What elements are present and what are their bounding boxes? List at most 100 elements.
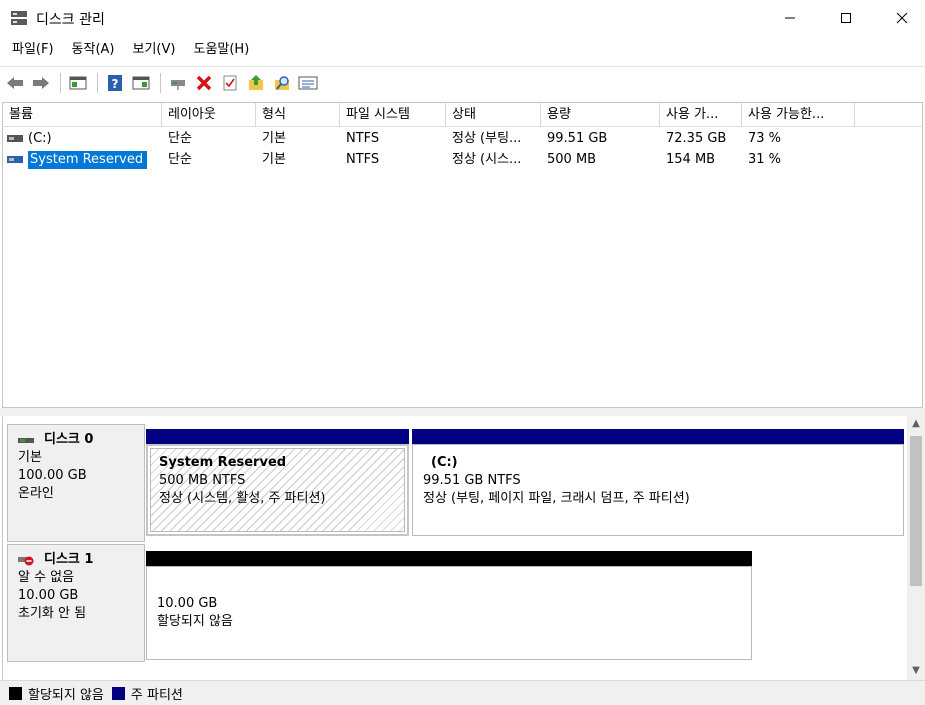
primary-partition-bar xyxy=(412,429,904,444)
disk-state: 초기화 안 됨 xyxy=(18,606,87,621)
disk-error-icon xyxy=(18,556,34,566)
unallocated-space[interactable]: 10.00 GB 할당되지 않음 xyxy=(146,566,752,660)
vertical-scrollbar[interactable]: ▲ ▼ xyxy=(907,416,925,680)
column-capacity[interactable]: 용량 xyxy=(541,103,660,127)
legend-swatch-unallocated xyxy=(9,686,22,700)
menu-action[interactable]: 동작(A) xyxy=(66,36,121,64)
forward-button[interactable] xyxy=(30,72,52,94)
column-volume[interactable]: 볼륨 xyxy=(3,103,162,127)
filesystem-cell: NTFS xyxy=(346,131,380,146)
partition-title: System Reserved xyxy=(159,455,287,470)
partition-size: 99.51 GB NTFS xyxy=(423,473,521,488)
list-button[interactable] xyxy=(297,72,319,94)
status-cell: 정상 (부팅... xyxy=(452,131,522,146)
disk-management-icon xyxy=(11,11,27,25)
title-bar: 디스크 관리 xyxy=(0,0,925,36)
toolbar-separator xyxy=(60,72,61,93)
free-percent-cell: 73 % xyxy=(748,131,782,146)
legend-bar: 할당되지 않음 주 파티션 xyxy=(0,680,925,705)
list-icon xyxy=(298,76,318,89)
drive-icon xyxy=(7,135,23,142)
unallocated-bar xyxy=(146,551,752,566)
primary-partition-bar xyxy=(146,429,409,444)
capacity-cell: 99.51 GB xyxy=(547,131,608,146)
legend-primary: 주 파티션 xyxy=(130,687,183,703)
disk-name: 디스크 1 xyxy=(44,552,94,567)
legend-unallocated: 할당되지 않음 xyxy=(28,687,104,703)
check-button[interactable] xyxy=(219,72,241,94)
scroll-up-icon[interactable]: ▲ xyxy=(911,419,921,429)
volume-list: 볼륨 레이아웃 형식 파일 시스템 상태 용량 사용 가... 사용 가능한..… xyxy=(2,102,923,408)
up-folder-button[interactable] xyxy=(245,72,267,94)
close-icon xyxy=(896,12,908,24)
minimize-button[interactable] xyxy=(767,0,813,36)
properties-view-icon xyxy=(132,76,150,89)
disk-1-label[interactable]: 디스크 1 알 수 없음 10.00 GB 초기화 안 됨 xyxy=(7,544,145,662)
toolbar-separator xyxy=(97,72,98,93)
free-space-cell: 154 MB xyxy=(666,152,716,167)
type-cell: 기본 xyxy=(262,152,286,167)
menu-view[interactable]: 보기(V) xyxy=(127,36,182,64)
type-cell: 기본 xyxy=(262,131,286,146)
maximize-icon xyxy=(841,13,851,23)
partition-size: 500 MB NTFS xyxy=(159,473,246,488)
disk-name: 디스크 0 xyxy=(44,432,94,447)
layout-cell: 단순 xyxy=(168,152,192,167)
console-view-icon xyxy=(69,76,87,89)
menu-bar: 파일(F) 동작(A) 보기(V) 도움말(H) xyxy=(0,36,925,64)
console-view-button[interactable] xyxy=(67,72,89,94)
menu-help[interactable]: 도움말(H) xyxy=(187,36,255,64)
disk-kind: 알 수 없음 xyxy=(18,570,75,585)
volume-list-header: 볼륨 레이아웃 형식 파일 시스템 상태 용량 사용 가... 사용 가능한..… xyxy=(3,103,922,127)
column-filesystem[interactable]: 파일 시스템 xyxy=(340,103,446,127)
column-status[interactable]: 상태 xyxy=(446,103,541,127)
help-button[interactable]: ? xyxy=(104,72,126,94)
column-free-percent[interactable]: 사용 가능한... xyxy=(742,103,855,127)
column-type[interactable]: 형식 xyxy=(256,103,340,127)
disk-size: 10.00 GB xyxy=(18,588,79,603)
column-layout[interactable]: 레이아웃 xyxy=(162,103,256,127)
close-button[interactable] xyxy=(879,0,925,36)
window-title: 디스크 관리 xyxy=(36,12,105,28)
delete-icon xyxy=(196,75,212,90)
delete-button[interactable] xyxy=(193,72,215,94)
unallocated-size: 10.00 GB xyxy=(157,596,218,611)
partition-system-reserved[interactable]: System Reserved 500 MB NTFS 정상 (시스템, 활성,… xyxy=(150,448,405,532)
partition-status: 정상 (시스템, 활성, 주 파티션) xyxy=(159,491,326,506)
partition-status: 정상 (부팅, 페이지 파일, 크래시 덤프, 주 파티션) xyxy=(423,491,690,506)
search-folder-button[interactable] xyxy=(271,72,293,94)
layout-cell: 단순 xyxy=(168,131,192,146)
scroll-down-icon[interactable]: ▼ xyxy=(911,666,921,676)
connect-icon xyxy=(171,79,185,90)
filesystem-cell: NTFS xyxy=(346,152,380,167)
partition-title: (C:) xyxy=(431,455,458,470)
disk-kind: 기본 xyxy=(18,450,42,465)
disk-0-label[interactable]: 디스크 0 기본 100.00 GB 온라인 xyxy=(7,424,145,542)
search-folder-icon xyxy=(275,75,289,90)
partition-c-drive[interactable]: (C:) 99.51 GB NTFS 정상 (부팅, 페이지 파일, 크래시 덤… xyxy=(412,444,904,536)
status-cell: 정상 (시스... xyxy=(452,152,522,167)
svg-text:?: ? xyxy=(112,77,119,91)
back-arrow-icon xyxy=(7,76,23,89)
capacity-cell: 500 MB xyxy=(547,152,597,167)
menu-file[interactable]: 파일(F) xyxy=(6,36,60,64)
properties-view-button[interactable] xyxy=(130,72,152,94)
back-button[interactable] xyxy=(4,72,26,94)
drive-icon xyxy=(7,156,23,163)
check-icon xyxy=(223,75,237,90)
pane-splitter[interactable] xyxy=(0,408,925,416)
unallocated-status: 할당되지 않음 xyxy=(157,614,233,629)
legend-swatch-primary xyxy=(111,686,125,700)
table-row[interactable]: System Reserved 단순 기본 NTFS 정상 (시스... 500… xyxy=(3,149,922,170)
toolbar-separator xyxy=(160,72,161,93)
up-folder-icon xyxy=(249,74,263,90)
column-free-space[interactable]: 사용 가... xyxy=(660,103,742,127)
forward-arrow-icon xyxy=(33,76,49,89)
volume-name: (C:) xyxy=(28,131,52,146)
maximize-button[interactable] xyxy=(823,0,869,36)
disk-icon xyxy=(18,438,34,443)
toolbar: ? xyxy=(0,66,925,98)
connect-button[interactable] xyxy=(167,72,189,94)
scrollbar-thumb[interactable] xyxy=(910,436,922,586)
table-row[interactable]: (C:) 단순 기본 NTFS 정상 (부팅... 99.51 GB 72.35… xyxy=(3,128,922,149)
